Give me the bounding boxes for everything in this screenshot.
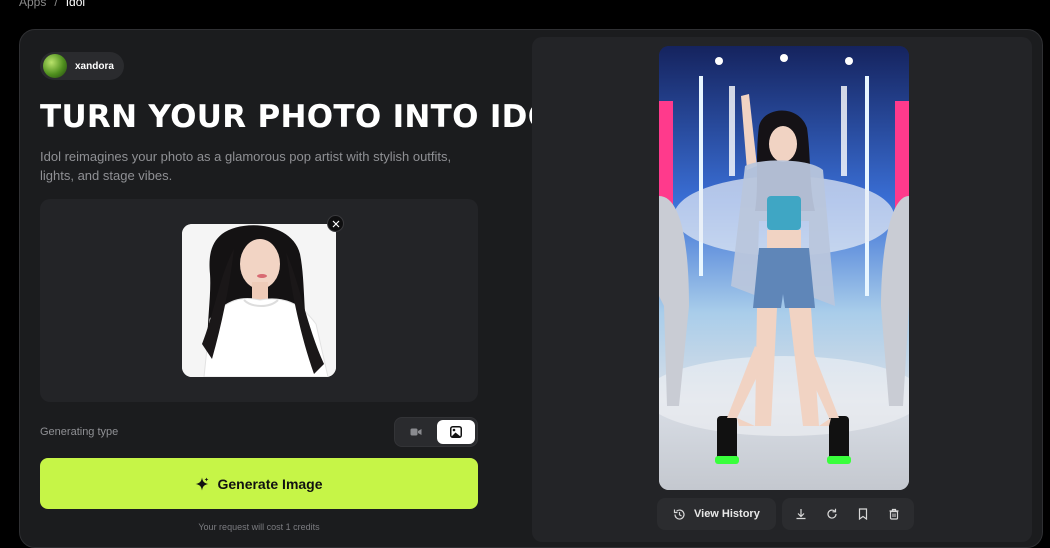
view-history-label: View History (694, 508, 760, 520)
regenerate-button[interactable] (819, 501, 846, 528)
history-icon (673, 508, 685, 520)
breadcrumb-separator: / (54, 0, 58, 9)
video-icon (410, 428, 422, 436)
app-card: xandora TURN YOUR PHOTO INTO IDOL Idol r… (19, 29, 1043, 548)
bookmark-icon (859, 508, 868, 520)
avatar (43, 54, 67, 78)
generate-image-label: Generate Image (217, 475, 323, 492)
breadcrumb-current: Idol (65, 0, 86, 9)
delete-icon (889, 508, 899, 520)
generating-type-toggle (394, 417, 478, 447)
type-video-button[interactable] (397, 420, 435, 444)
cost-note: Your request will cost 1 credits (198, 522, 320, 532)
author-name: xandora (75, 60, 114, 72)
input-panel: xandora TURN YOUR PHOTO INTO IDOL Idol r… (40, 52, 575, 532)
generate-image-button[interactable]: Generate Image (40, 458, 478, 509)
author-chip[interactable]: xandora (40, 52, 124, 80)
download-button[interactable] (788, 501, 815, 528)
generating-type-label: Generating type (40, 426, 119, 438)
bookmark-button[interactable] (850, 501, 877, 528)
type-image-button[interactable] (437, 420, 475, 444)
page-title: TURN YOUR PHOTO INTO IDOL (40, 99, 575, 135)
image-icon (450, 426, 462, 438)
view-history-button[interactable]: View History (657, 498, 776, 530)
page-description: Idol reimagines your photo as a glamorou… (40, 149, 452, 183)
generating-type-row: Generating type (40, 416, 478, 448)
close-icon (332, 220, 339, 227)
breadcrumb-apps[interactable]: Apps (19, 0, 46, 9)
download-icon (796, 509, 806, 520)
uploaded-photo (182, 224, 336, 377)
upload-area[interactable] (40, 199, 478, 402)
result-icon-group (781, 498, 914, 530)
sparkle-icon (195, 477, 209, 490)
remove-photo-button[interactable] (327, 215, 344, 232)
regenerate-icon (827, 508, 837, 519)
breadcrumb: Apps / Idol (19, 0, 85, 9)
delete-button[interactable] (881, 501, 908, 528)
result-panel: View History (532, 37, 1032, 542)
result-image[interactable] (659, 46, 909, 490)
result-action-bar: View History (657, 498, 914, 530)
